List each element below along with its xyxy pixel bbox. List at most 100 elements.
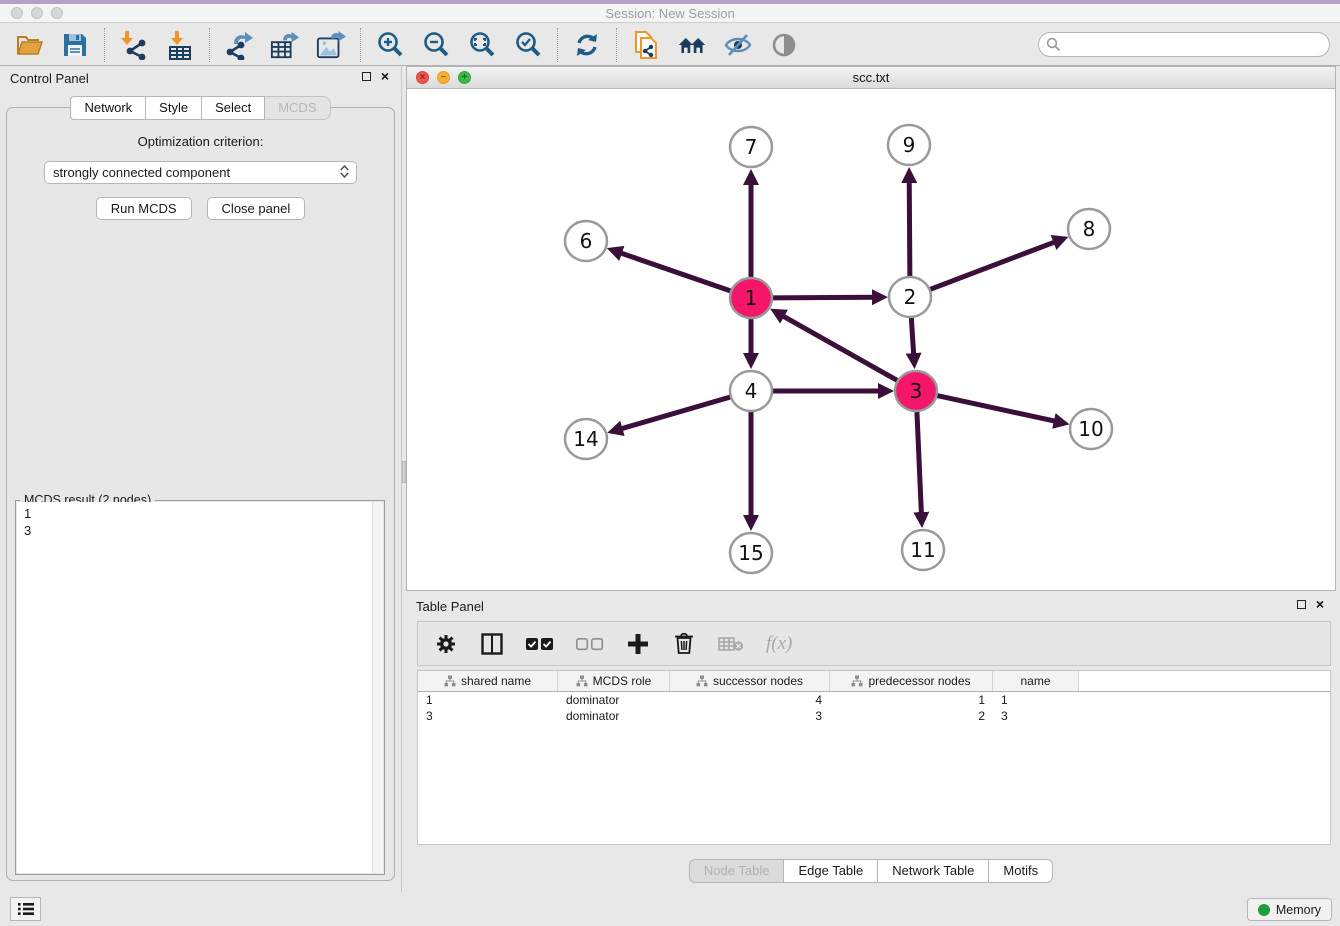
export-image-icon[interactable]	[316, 30, 346, 60]
column-header-shared-name[interactable]: shared name	[418, 671, 558, 691]
settings-gear-icon[interactable]	[434, 631, 458, 657]
edge-1-2[interactable]	[772, 297, 874, 298]
graph-node-15[interactable]: 15	[730, 533, 772, 573]
hierarchy-icon	[576, 675, 588, 687]
import-table-icon[interactable]	[165, 30, 195, 60]
graph-node-8[interactable]: 8	[1068, 209, 1110, 249]
home-networks-icon[interactable]	[677, 30, 707, 60]
svg-text:3: 3	[910, 379, 923, 403]
select-all-icon[interactable]	[526, 631, 554, 657]
copy-network-icon[interactable]	[631, 30, 661, 60]
toggle-view-icon[interactable]	[769, 30, 799, 60]
graph-node-4[interactable]: 4	[730, 371, 772, 411]
memory-label: Memory	[1276, 903, 1321, 917]
criterion-select[interactable]: strongly connected component	[44, 161, 357, 184]
edge-4-14[interactable]	[621, 397, 731, 429]
cell[interactable]: 1	[993, 692, 1079, 708]
search-input[interactable]	[1038, 32, 1330, 57]
edge-3-1[interactable]	[782, 316, 897, 381]
open-folder-icon[interactable]	[14, 30, 44, 60]
refresh-icon[interactable]	[572, 30, 602, 60]
zoom-in-icon[interactable]	[375, 30, 405, 60]
column-header-successor-nodes[interactable]: successor nodes	[670, 671, 830, 691]
graph-node-6[interactable]: 6	[565, 221, 607, 261]
edge-2-3[interactable]	[911, 318, 913, 355]
optimization-criterion-label: Optimization criterion:	[7, 134, 394, 149]
close-table-panel-icon[interactable]: ×	[1316, 599, 1324, 609]
tab-network[interactable]: Network	[70, 96, 146, 120]
titlebar: Session: New Session	[0, 4, 1340, 23]
float-table-panel-icon[interactable]	[1297, 600, 1306, 609]
mcds-result-group: MCDS result (2 nodes) 13	[15, 500, 385, 875]
tab-mcds[interactable]: MCDS	[265, 96, 330, 120]
delete-table-icon[interactable]	[718, 631, 744, 657]
edge-3-10[interactable]	[937, 395, 1056, 421]
network-view-titlebar[interactable]: × − + scc.txt	[407, 67, 1335, 89]
hide-view-icon[interactable]	[723, 30, 753, 60]
close-panel-button[interactable]: Close panel	[207, 197, 306, 220]
cell[interactable]: 3	[670, 708, 830, 724]
graph-node-14[interactable]: 14	[565, 419, 607, 459]
node-table[interactable]: shared nameMCDS rolesuccessor nodesprede…	[417, 670, 1331, 845]
run-mcds-button[interactable]: Run MCDS	[96, 197, 192, 220]
cell[interactable]: dominator	[558, 708, 670, 724]
tab-select[interactable]: Select	[202, 96, 265, 120]
graph-node-10[interactable]: 10	[1070, 409, 1112, 449]
mcds-result-text[interactable]: 13	[17, 502, 383, 873]
close-panel-icon[interactable]: ×	[381, 71, 389, 81]
cell[interactable]: dominator	[558, 692, 670, 708]
graph-node-9[interactable]: 9	[888, 125, 930, 165]
graph-node-7[interactable]: 7	[730, 127, 772, 167]
tab-style[interactable]: Style	[146, 96, 202, 120]
window-title: Session: New Session	[0, 6, 1340, 21]
mcds-tab-content: Optimization criterion: strongly connect…	[6, 107, 395, 881]
export-table-icon[interactable]	[270, 30, 300, 60]
cell[interactable]: 3	[993, 708, 1079, 724]
cell[interactable]: 2	[830, 708, 993, 724]
export-network-icon[interactable]	[224, 30, 254, 60]
memory-button[interactable]: Memory	[1247, 898, 1332, 921]
table-row[interactable]: 1dominator411	[418, 692, 1330, 708]
import-network-icon[interactable]	[119, 30, 149, 60]
function-builder-icon[interactable]: f(x)	[766, 631, 792, 657]
tab-motifs[interactable]: Motifs	[989, 859, 1053, 883]
delete-column-icon[interactable]	[672, 631, 696, 657]
tab-edge-table[interactable]: Edge Table	[784, 859, 878, 883]
float-panel-icon[interactable]	[362, 72, 371, 81]
task-history-button[interactable]	[10, 897, 41, 921]
control-panel: Control Panel × NetworkStyleSelectMCDS O…	[0, 66, 401, 892]
deselect-all-icon[interactable]	[576, 631, 604, 657]
cell[interactable]: 1	[830, 692, 993, 708]
column-header-MCDS-role[interactable]: MCDS role	[558, 671, 670, 691]
table-tabs: Node TableEdge TableNetwork TableMotifs	[406, 859, 1336, 883]
graph-node-3[interactable]: 3	[895, 371, 937, 411]
svg-text:14: 14	[573, 427, 598, 451]
table-row[interactable]: 3dominator323	[418, 708, 1330, 724]
network-graph-canvas[interactable]: 7 9 6 8 1 2 4 3 14 10 15 11	[407, 89, 1335, 591]
svg-text:15: 15	[738, 541, 763, 565]
cell[interactable]: 3	[418, 708, 558, 724]
column-layout-icon[interactable]	[480, 631, 504, 657]
cell[interactable]: 1	[418, 692, 558, 708]
hierarchy-icon	[851, 675, 863, 687]
graph-node-1[interactable]: 1	[730, 278, 772, 318]
zoom-selected-icon[interactable]	[513, 30, 543, 60]
tab-node-table[interactable]: Node Table	[689, 859, 785, 883]
column-header-name[interactable]: name	[993, 671, 1079, 691]
result-scrollbar[interactable]	[372, 502, 383, 873]
result-line: 3	[24, 522, 383, 539]
zoom-out-icon[interactable]	[421, 30, 451, 60]
edge-2-8[interactable]	[930, 242, 1056, 290]
edge-1-6[interactable]	[620, 253, 731, 291]
save-session-icon[interactable]	[60, 30, 90, 60]
graph-node-11[interactable]: 11	[902, 530, 944, 570]
edge-2-9[interactable]	[909, 181, 910, 276]
cell[interactable]: 4	[670, 692, 830, 708]
zoom-fit-icon[interactable]	[467, 30, 497, 60]
search-icon	[1046, 37, 1061, 52]
add-column-icon[interactable]	[626, 631, 650, 657]
edge-3-11[interactable]	[917, 412, 921, 514]
column-header-predecessor-nodes[interactable]: predecessor nodes	[830, 671, 993, 691]
tab-network-table[interactable]: Network Table	[878, 859, 989, 883]
graph-node-2[interactable]: 2	[889, 277, 931, 317]
